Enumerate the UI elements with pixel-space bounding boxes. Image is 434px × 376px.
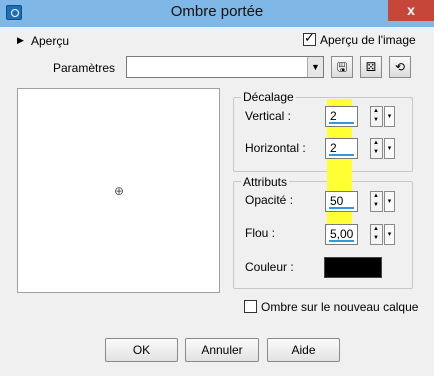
blur-dropdown[interactable]: ▾ [384, 224, 395, 245]
params-label: Paramètres [53, 61, 116, 75]
pan-cursor-icon: ⊕ [114, 184, 125, 198]
window-title: Ombre portée [170, 3, 264, 20]
dice-icon: ⚄ [365, 60, 377, 74]
offset-group-title: Décalage [241, 90, 296, 104]
color-label: Couleur : [245, 260, 294, 274]
reset-preset-button[interactable]: ⟲ [389, 56, 411, 78]
preview-image-checkbox[interactable] [303, 31, 316, 46]
new-layer-checkbox[interactable] [244, 300, 257, 313]
blur-label: Flou : [245, 226, 276, 240]
random-preset-button[interactable]: ⚄ [360, 56, 382, 78]
cancel-button[interactable]: Annuler [185, 338, 259, 362]
vertical-dropdown[interactable]: ▾ [384, 106, 395, 127]
close-button[interactable]: x [388, 0, 434, 21]
shadow-color-swatch[interactable] [324, 257, 382, 278]
horizontal-input[interactable]: 2 [325, 138, 358, 159]
opacity-dropdown[interactable]: ▾ [384, 191, 395, 212]
apercu-toggle-label[interactable]: Aperçu [31, 34, 69, 48]
horizontal-spinner[interactable] [370, 138, 383, 159]
undo-icon: ⟲ [394, 60, 406, 74]
blur-input[interactable]: 5,00 [325, 224, 358, 245]
vertical-spinner[interactable] [370, 106, 383, 127]
chevron-down-icon[interactable]: ▼ [307, 57, 323, 77]
save-preset-button[interactable]: 🖫 [331, 56, 353, 78]
horizontal-dropdown[interactable]: ▾ [384, 138, 395, 159]
preview-image-label[interactable]: Aperçu de l'image [320, 33, 416, 47]
help-button[interactable]: Aide [267, 338, 340, 362]
save-icon: 🖫 [336, 60, 348, 74]
attributes-group-title: Attributs [241, 175, 290, 189]
blur-spinner[interactable] [370, 224, 383, 245]
vertical-input[interactable]: 2 [325, 106, 358, 127]
params-dropdown[interactable] [126, 56, 324, 78]
expand-triangle-icon[interactable]: ▶ [17, 35, 24, 46]
ok-button[interactable]: OK [105, 338, 178, 362]
new-layer-label[interactable]: Ombre sur le nouveau calque [261, 300, 418, 314]
opacity-label: Opacité : [245, 193, 294, 207]
vertical-label: Vertical : [245, 109, 292, 123]
horizontal-label: Horizontal : [245, 141, 306, 155]
opacity-spinner[interactable] [370, 191, 383, 212]
opacity-input[interactable]: 50 [325, 191, 358, 212]
